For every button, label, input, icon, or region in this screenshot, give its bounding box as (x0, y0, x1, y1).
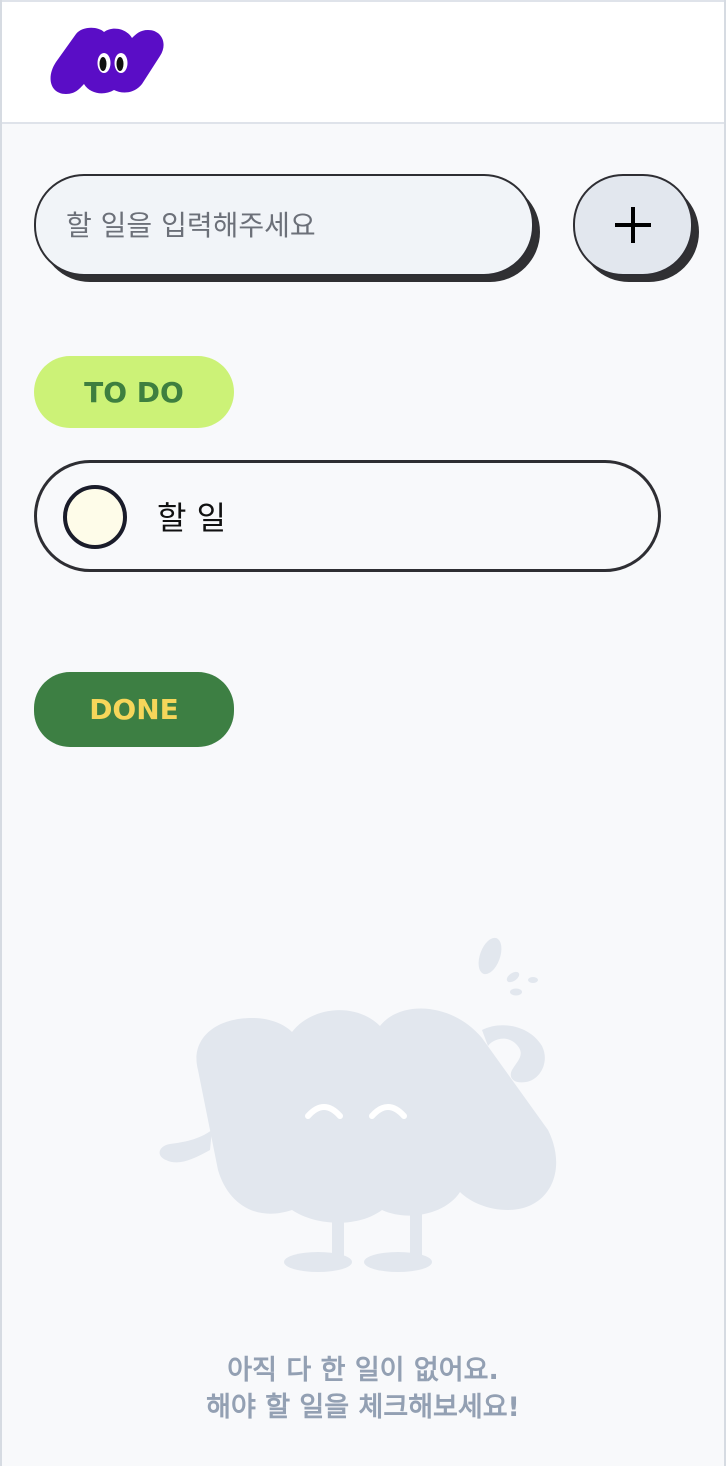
todo-item-label: 할 일 (157, 499, 227, 537)
todo-checkbox[interactable] (63, 485, 127, 549)
add-button-wrapper (573, 174, 699, 282)
todo-section-label: TO DO (34, 356, 234, 428)
app-header (2, 0, 724, 124)
empty-message-line2: 해야 할 일을 체크해보세요! (206, 1392, 520, 1423)
todo-item[interactable]: 할 일 (34, 460, 661, 572)
empty-blob-character-illustration (159, 937, 557, 1272)
empty-done-message: 아직 다 한 일이 없어요. 해야 할 일을 체크해보세요! (2, 1352, 724, 1426)
done-section-label: DONE (34, 672, 234, 747)
todo-input[interactable] (34, 174, 534, 276)
add-button[interactable] (573, 174, 693, 276)
plus-icon (615, 207, 651, 243)
empty-message-line1: 아직 다 한 일이 없어요. (227, 1355, 499, 1386)
todo-input-wrapper (34, 174, 540, 282)
purple-blob-logo-icon[interactable] (42, 22, 168, 102)
